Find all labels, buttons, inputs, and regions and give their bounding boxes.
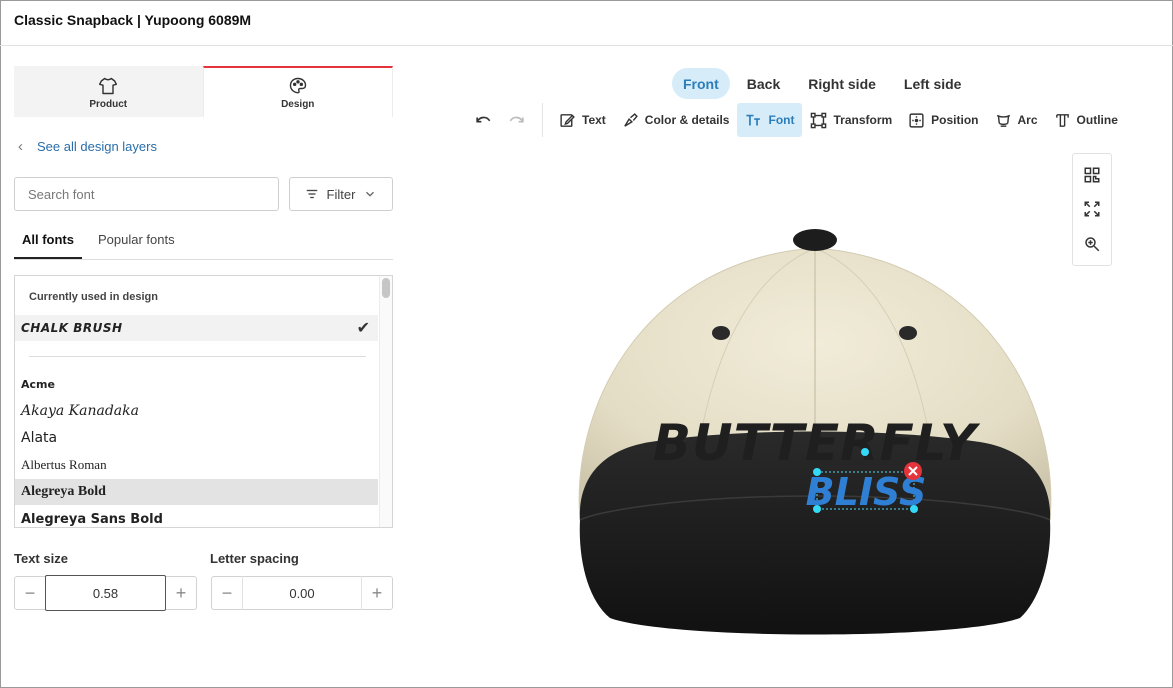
font-list: Currently used in design CHALK BRUSH ✔ A… — [14, 275, 393, 528]
tab-back[interactable]: Back — [736, 68, 791, 99]
toolbar-position-label: Position — [931, 113, 979, 127]
toolbar-color-details-button[interactable]: Color & details — [614, 103, 738, 137]
checkmark-icon: ✔ — [356, 320, 370, 337]
product-preview[interactable]: BUTTERFLY BLISS — [540, 220, 1080, 660]
text-size-input[interactable]: 0.58 — [45, 575, 166, 611]
search-font-input[interactable] — [14, 177, 279, 211]
font-item-label: Alata — [21, 430, 58, 446]
font-item-label: CHALK BRUSH — [21, 321, 123, 335]
fullscreen-icon[interactable] — [1083, 200, 1101, 218]
view-tabs: Front Back Right side Left side — [672, 68, 972, 99]
arc-icon — [996, 114, 1010, 127]
letter-spacing-increase-button[interactable]: + — [362, 583, 392, 604]
font-item[interactable]: Alata — [15, 425, 378, 451]
toolbar-font-button[interactable]: Font — [737, 103, 803, 137]
see-all-layers-label: See all design layers — [37, 139, 157, 154]
selection-handle — [861, 448, 869, 456]
font-item[interactable]: Alegreya Sans Bold — [15, 506, 378, 527]
chevron-down-icon — [366, 191, 375, 197]
list-divider — [29, 356, 366, 357]
font-tabs: All fonts Popular fonts — [14, 226, 393, 260]
text-size-stepper: − 0.58 + — [14, 575, 197, 611]
font-item-label: Alegreya Sans Bold — [21, 511, 163, 527]
outline-icon — [1055, 113, 1069, 127]
design-toolbar: Text Color & details Font Transform Posi… — [466, 102, 1156, 138]
page-title: Classic Snapback | Yupoong 6089M — [14, 12, 252, 28]
text-size-label: Text size — [14, 551, 68, 566]
design-text-line1: BUTTERFLY — [653, 414, 981, 472]
tab-all-fonts[interactable]: All fonts — [14, 226, 82, 259]
redo-icon — [509, 116, 524, 123]
cap-eyelet — [712, 326, 730, 340]
cap-preview-image: BUTTERFLY BLISS — [578, 229, 1052, 635]
chevron-left-icon: ‹ — [18, 138, 23, 155]
toolbar-transform-label: Transform — [833, 113, 893, 127]
toolbar-separator — [542, 103, 543, 137]
undo-button[interactable] — [466, 103, 500, 137]
toolbar-arc-button[interactable]: Arc — [987, 103, 1046, 137]
toolbar-outline-button[interactable]: Outline — [1046, 103, 1126, 137]
tab-left-side[interactable]: Left side — [893, 68, 973, 99]
transform-icon — [811, 112, 827, 128]
toolbar-transform-button[interactable]: Transform — [802, 103, 900, 137]
currently-used-label: Currently used in design — [29, 291, 158, 303]
see-all-layers-link[interactable]: ‹ See all design layers — [18, 138, 157, 155]
tab-popular-fonts[interactable]: Popular fonts — [90, 226, 183, 259]
toolbar-text-button[interactable]: Text — [551, 103, 614, 137]
toolbar-text-label: Text — [582, 113, 606, 127]
tab-product-label: Product — [89, 98, 128, 110]
shirt-icon — [99, 77, 118, 94]
tab-product[interactable]: Product — [14, 66, 203, 117]
font-item[interactable]: Akaya Kanadaka — [15, 398, 378, 424]
font-item[interactable]: Albertus Roman — [15, 452, 378, 478]
text-size-decrease-button[interactable]: − — [15, 583, 45, 604]
tab-design[interactable]: Design — [202, 66, 393, 117]
tab-design-label: Design — [281, 98, 315, 110]
letter-spacing-decrease-button[interactable]: − — [212, 583, 242, 604]
font-item[interactable]: Acme — [15, 371, 378, 397]
selection-handle — [813, 505, 821, 513]
toolbar-arc-label: Arc — [1017, 113, 1038, 127]
qr-grid-icon[interactable] — [1083, 166, 1101, 184]
font-item-label: Akaya Kanadaka — [21, 403, 139, 419]
text-size-increase-button[interactable]: + — [166, 583, 196, 604]
toolbar-position-button[interactable]: Position — [900, 103, 986, 137]
font-icon — [746, 114, 761, 125]
letter-spacing-input[interactable]: 0.00 — [242, 576, 362, 610]
cap-button — [793, 229, 837, 251]
scrollbar-track[interactable] — [379, 276, 392, 527]
font-item-highlighted[interactable]: Alegreya Bold — [15, 479, 378, 505]
letter-spacing-label: Letter spacing — [210, 551, 299, 566]
toolbar-font-label: Font — [768, 113, 795, 127]
undo-icon — [476, 116, 491, 123]
redo-button[interactable] — [500, 103, 534, 137]
filter-label: Filter — [326, 186, 356, 202]
tab-front[interactable]: Front — [672, 68, 730, 99]
scrollbar-thumb[interactable] — [382, 278, 390, 298]
position-icon — [909, 112, 924, 128]
font-item-label: Albertus Roman — [21, 457, 107, 472]
zoom-in-icon[interactable] — [1083, 235, 1101, 253]
paint-icon — [624, 112, 638, 127]
cap-eyelet — [899, 326, 917, 340]
palette-icon — [289, 77, 306, 93]
toolbar-outline-label: Outline — [1076, 113, 1118, 127]
header-bar: Classic Snapback | Yupoong 6089M — [0, 0, 1173, 46]
toolbar-color-details-label: Color & details — [644, 113, 730, 127]
mode-tabs: Product Design — [14, 66, 393, 117]
selection-handle — [910, 505, 918, 513]
filter-button[interactable]: Filter — [289, 177, 393, 211]
filter-icon — [306, 189, 317, 199]
selection-handle — [813, 468, 821, 476]
letter-spacing-stepper: − 0.00 + — [211, 576, 393, 610]
font-item-current[interactable]: CHALK BRUSH ✔ — [15, 315, 378, 341]
font-item-label: Alegreya Bold — [21, 484, 106, 499]
edit-text-icon — [560, 113, 575, 127]
font-item-label: Acme — [21, 377, 55, 391]
tab-right-side[interactable]: Right side — [797, 68, 887, 99]
